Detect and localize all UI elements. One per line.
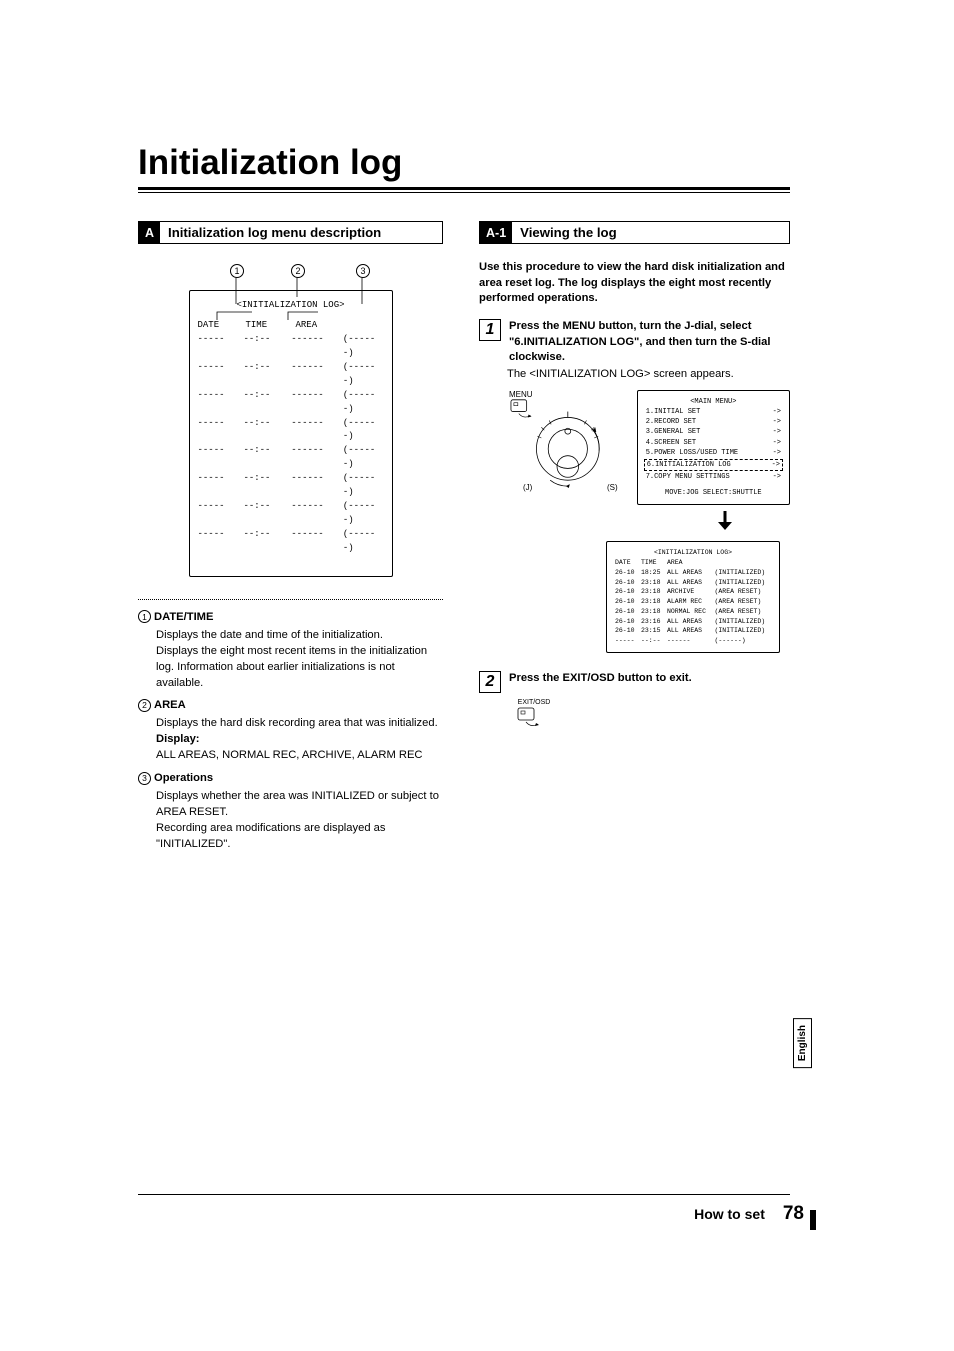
screen-blank-row: -------:--------(------) [198, 472, 384, 500]
step-2-number: 2 [479, 671, 501, 693]
log-row: 26-1023:18ALARM REC(AREA RESET) [613, 597, 773, 607]
log-row: 26-1023:16ALL AREAS(INITIALIZED) [613, 617, 773, 627]
j-label: (J) [523, 483, 532, 492]
exit-osd-label: EXIT/OSD [509, 699, 559, 706]
title-rule-thin [138, 192, 790, 193]
log-row: 26-1018:25ALL AREAS(INITIALIZED) [613, 568, 773, 578]
step-1-diagram: MENU [509, 390, 790, 505]
jog-shuttle-diagram: MENU [509, 390, 625, 500]
init-log-screen-mock: <INITIALIZATION LOG> DATE TIME AREA ----… [189, 290, 393, 577]
s-label: (S) [607, 483, 618, 492]
log-table: DATE TIME AREA 26-1018:25ALL AREAS(INITI… [613, 558, 773, 646]
title-bracket-lines [190, 308, 392, 322]
main-menu-item: 7.COPY MENU SETTINGS-> [646, 472, 781, 482]
main-menu-item: 5.POWER LOSS/USED TIME-> [646, 448, 781, 458]
descriptions: 1DATE/TIMEDisplays the date and time of … [138, 610, 443, 853]
desc-item: 1DATE/TIMEDisplays the date and time of … [138, 610, 443, 692]
log-hdr-time: TIME [639, 558, 665, 568]
dial-svg [509, 390, 625, 498]
screen-rows: -------:--------(------)-------:--------… [198, 333, 384, 556]
callout-row: 1 2 3 [138, 264, 443, 290]
main-menu-items: 1.INITIAL SET->2.RECORD SET->3.GENERAL S… [646, 407, 781, 482]
exit-osd-svg [514, 706, 554, 732]
arrow-down-icon [479, 509, 790, 537]
step-1-text: Press the MENU button, turn the J-dial, … [509, 320, 771, 363]
footer-rule [138, 1194, 790, 1195]
log-row: 26-1023:18NORMAL REC(AREA RESET) [613, 607, 773, 617]
log-row: 26-1023:18ALL AREAS(INITIALIZED) [613, 578, 773, 588]
main-menu-footer: MOVE:JOG SELECT:SHUTTLE [646, 488, 781, 498]
log-hdr-area: AREA [665, 558, 713, 568]
main-menu-item: 6.INITIALIZATION LOG-> [644, 459, 783, 471]
footer-section: How to set [694, 1206, 765, 1222]
desc-item: 2AREADisplays the hard disk recording ar… [138, 698, 443, 764]
init-log-screen: <INITIALIZATION LOG> DATE TIME AREA 26-1… [606, 541, 780, 653]
page-title: Initialization log [138, 143, 402, 183]
main-menu-title: <MAIN MENU> [646, 397, 781, 407]
screen-blank-row: -------:--------(------) [198, 444, 384, 472]
column-right: A-1 Viewing the log Use this procedure t… [479, 221, 790, 734]
section-a-title: Initialization log menu description [168, 225, 381, 240]
section-a1-header: A-1 Viewing the log [479, 221, 790, 244]
footer-bar [810, 1210, 816, 1230]
section-a-tag: A [139, 222, 160, 243]
section-a-body: 1 2 3 <INITIALIZATION LOG> DATE TIME [138, 264, 443, 853]
section-a1-tag: A-1 [480, 222, 512, 243]
main-menu-item: 4.SCREEN SET-> [646, 438, 781, 448]
screen-blank-row: -------:--------(------) [198, 333, 384, 361]
section-a-header: A Initialization log menu description [138, 221, 443, 244]
language-tab: English [793, 1018, 812, 1068]
main-menu-item: 3.GENERAL SET-> [646, 427, 781, 437]
exit-osd-diagram: EXIT/OSD [509, 699, 559, 734]
desc-item: 3OperationsDisplays whether the area was… [138, 771, 443, 853]
log-row: 26-1023:18ARCHIVE(AREA RESET) [613, 587, 773, 597]
step-1: 1 Press the MENU button, turn the J-dial… [479, 319, 790, 366]
screen-blank-row: -------:--------(------) [198, 361, 384, 389]
step-2-text: Press the EXIT/OSD button to exit. [509, 672, 692, 684]
screen-blank-row: -------:--------(------) [198, 389, 384, 417]
intro-text: Use this procedure to view the hard disk… [479, 260, 790, 307]
footer-page: 78 [783, 1203, 804, 1225]
main-menu-screen: <MAIN MENU> 1.INITIAL SET->2.RECORD SET-… [637, 390, 790, 505]
log-row: -------:--------(------) [613, 636, 773, 646]
log-row: 26-1023:15ALL AREAS(INITIALIZED) [613, 626, 773, 636]
screen-blank-row: -------:--------(------) [198, 417, 384, 445]
step-2: 2 Press the EXIT/OSD button to exit. [479, 671, 790, 693]
screen-blank-row: -------:--------(------) [198, 500, 384, 528]
section-a1-title: Viewing the log [520, 225, 616, 240]
log-header-row: DATE TIME AREA [613, 558, 773, 568]
log-hdr-date: DATE [613, 558, 639, 568]
title-rule-thick [138, 187, 790, 190]
step-1-note: The <INITIALIZATION LOG> screen appears. [507, 368, 790, 380]
log-screen-title: <INITIALIZATION LOG> [613, 548, 773, 558]
column-left: A Initialization log menu description 1 … [138, 221, 443, 860]
main-menu-item: 1.INITIAL SET-> [646, 407, 781, 417]
page-footer: How to set 78 [694, 1203, 804, 1225]
dotted-separator [138, 599, 443, 600]
step-1-number: 1 [479, 319, 501, 341]
main-menu-item: 2.RECORD SET-> [646, 417, 781, 427]
screen-blank-row: -------:--------(------) [198, 528, 384, 556]
log-screen-wrap: <INITIALIZATION LOG> DATE TIME AREA 26-1… [479, 541, 790, 653]
